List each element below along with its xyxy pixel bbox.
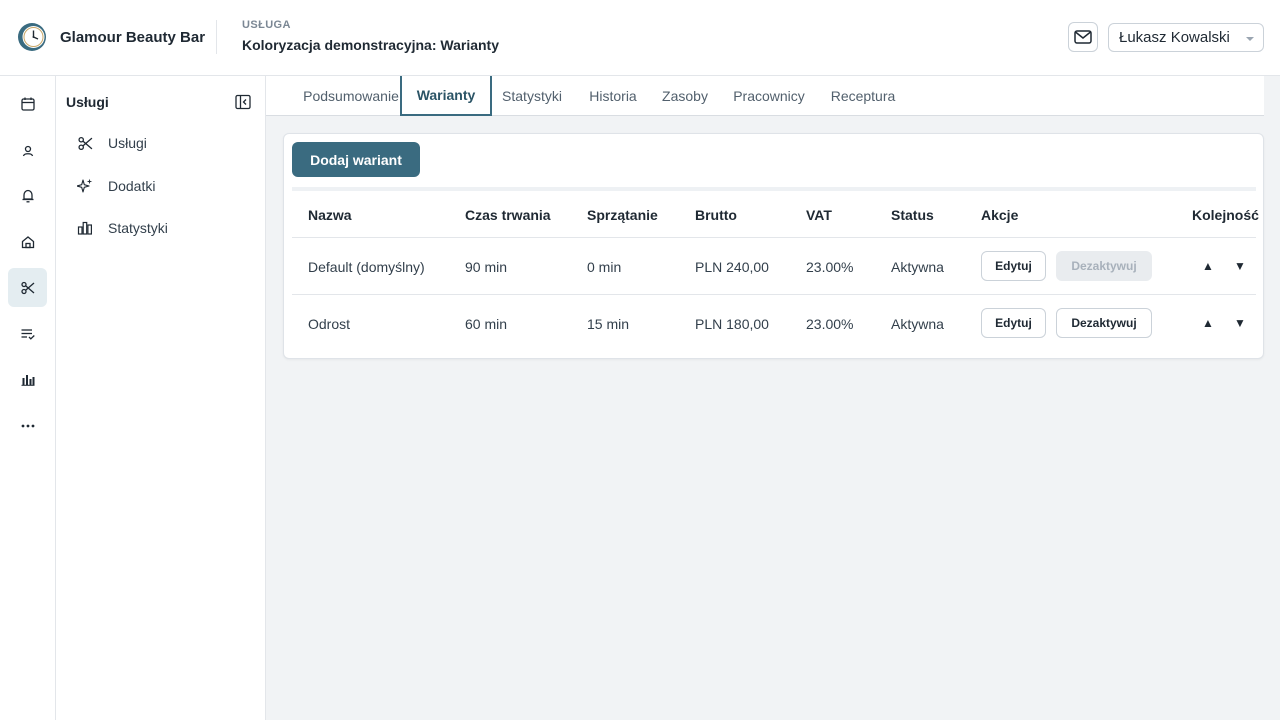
rail-item-reports[interactable] <box>8 360 47 399</box>
app-header: Glamour Beauty Bar USŁUGA Koloryzacja de… <box>0 0 1280 76</box>
column-header-vat: VAT <box>806 207 832 223</box>
tab-resources[interactable]: Zasoby <box>656 76 714 116</box>
move-down-icon[interactable]: ▼ <box>1234 259 1246 273</box>
sparkles-icon <box>77 178 93 193</box>
sidebar-title: Usługi <box>66 94 109 110</box>
column-header-cleanup: Sprzątanie <box>587 207 658 223</box>
deactivate-button[interactable]: Dezaktywuj <box>1056 308 1152 338</box>
client-icon <box>22 145 33 156</box>
collapse-sidebar-icon[interactable] <box>235 94 251 110</box>
chevron-down-icon <box>1246 37 1254 41</box>
rail-item-more[interactable] <box>8 406 47 445</box>
tab-statistics[interactable]: Statystyki <box>492 76 572 116</box>
cell-name: Odrost <box>308 316 351 332</box>
column-header-actions: Akcje <box>981 207 1019 223</box>
edit-button[interactable]: Edytuj <box>981 251 1046 281</box>
move-up-icon[interactable]: ▲ <box>1202 259 1214 273</box>
services-sidebar: Usługi Usługi Dodatki Statystyki <box>56 76 266 720</box>
rail-item-tasks[interactable] <box>8 314 47 353</box>
cell-cleanup: 0 min <box>587 259 622 275</box>
cell-duration: 60 min <box>465 316 508 332</box>
variants-card: Dodaj wariant Nazwa Czas trwania Sprząta… <box>283 133 1264 359</box>
sidebar-item-label: Statystyki <box>108 220 168 236</box>
cell-status: Aktywna <box>891 259 944 275</box>
cell-gross: PLN 240,00 <box>695 259 769 275</box>
column-header-name: Nazwa <box>308 207 352 223</box>
rail-item-notifications[interactable] <box>8 176 47 215</box>
rail-item-calendar[interactable] <box>8 84 47 123</box>
tab-staff[interactable]: Pracownicy <box>726 76 812 116</box>
cell-status: Aktywna <box>891 316 944 332</box>
column-header-status: Status <box>891 207 934 223</box>
bar-chart-icon <box>77 221 92 235</box>
mail-icon <box>1074 30 1092 44</box>
sidebar-item-label: Usługi <box>108 135 147 151</box>
cell-vat: 23.00% <box>806 259 854 275</box>
row-divider <box>292 237 1256 238</box>
icon-rail <box>0 76 56 720</box>
column-header-duration: Czas trwania <box>465 207 551 223</box>
deactivate-button[interactable]: Dezaktywuj <box>1056 251 1152 281</box>
column-header-gross: Brutto <box>695 207 737 223</box>
bar-chart-icon <box>21 374 34 386</box>
sidebar-item-addons[interactable]: Dodatki <box>76 175 155 197</box>
add-variant-button[interactable]: Dodaj wariant <box>292 142 420 177</box>
clock-logo-icon <box>18 23 46 51</box>
messages-button[interactable] <box>1068 22 1098 52</box>
sidebar-item-label: Dodatki <box>108 178 156 194</box>
tab-bar: Podsumowanie Warianty Statystyki Histori… <box>266 76 1264 116</box>
cell-name: Default (domyślny) <box>308 259 425 275</box>
more-icon <box>21 424 34 427</box>
header-divider <box>216 20 217 54</box>
page-kicker: USŁUGA <box>242 19 291 31</box>
rail-item-home[interactable] <box>8 222 47 261</box>
rail-item-clients[interactable] <box>8 131 47 170</box>
table-top-border <box>292 187 1256 191</box>
row-divider <box>292 294 1256 295</box>
checklist-icon <box>21 328 35 340</box>
main-content: Podsumowanie Warianty Statystyki Histori… <box>266 76 1280 720</box>
page-title: Koloryzacja demonstracyjna: Warianty <box>242 37 500 53</box>
tab-history[interactable]: Historia <box>582 76 644 116</box>
cell-gross: PLN 180,00 <box>695 316 769 332</box>
user-select[interactable]: Łukasz Kowalski <box>1108 23 1264 52</box>
calendar-icon <box>20 97 35 111</box>
move-up-icon[interactable]: ▲ <box>1202 316 1214 330</box>
brand-name: Glamour Beauty Bar <box>60 29 206 46</box>
edit-button[interactable]: Edytuj <box>981 308 1046 338</box>
scissors-icon <box>20 281 34 294</box>
cell-duration: 90 min <box>465 259 508 275</box>
rail-item-services[interactable] <box>8 268 47 307</box>
scissors-icon <box>77 136 92 150</box>
sidebar-item-services[interactable]: Usługi <box>76 132 147 154</box>
tab-summary[interactable]: Podsumowanie <box>284 76 418 116</box>
tab-recipe[interactable]: Receptura <box>824 76 902 116</box>
cell-vat: 23.00% <box>806 316 854 332</box>
user-name: Łukasz Kowalski <box>1119 29 1230 46</box>
move-down-icon[interactable]: ▼ <box>1234 316 1246 330</box>
sidebar-item-statistics[interactable]: Statystyki <box>76 217 168 239</box>
cell-cleanup: 15 min <box>587 316 630 332</box>
home-icon <box>21 235 34 248</box>
tab-variants[interactable]: Warianty <box>400 76 492 116</box>
column-header-order: Kolejność <box>1192 207 1259 223</box>
bell-icon <box>22 189 33 202</box>
